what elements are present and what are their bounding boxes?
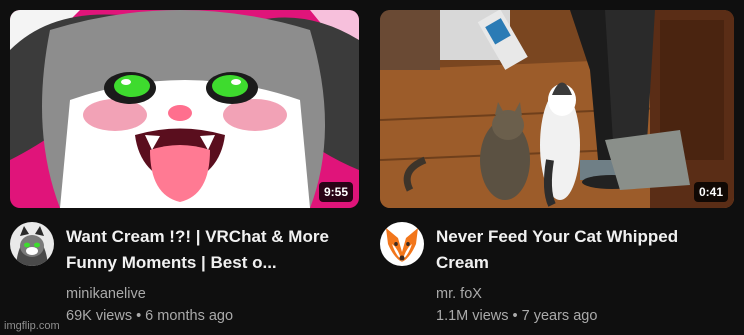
fox-avatar-icon: [380, 222, 424, 266]
anime-cat-face-thumbnail: [10, 10, 359, 208]
view-count: 1.1M views: [436, 308, 509, 324]
separator: •: [512, 308, 518, 324]
duration-badge: 9:55: [318, 182, 353, 202]
video-title[interactable]: Never Feed Your Cat Whipped Cream: [436, 224, 728, 276]
video-stats: 1.1M views • 7 years ago: [436, 304, 728, 328]
view-count: 69K views: [66, 308, 133, 324]
video-thumbnail-1[interactable]: 9:55: [10, 10, 359, 208]
channel-avatar[interactable]: [380, 222, 424, 266]
channel-name[interactable]: minikanelive: [66, 284, 353, 304]
upload-age: 7 years ago: [521, 308, 598, 324]
cat-avatar-icon: [10, 222, 54, 266]
duration-badge: 0:41: [693, 182, 728, 202]
video-meta: Want Cream !?! | VRChat & More Funny Mom…: [66, 224, 353, 328]
separator: •: [136, 308, 142, 324]
video-title[interactable]: Want Cream !?! | VRChat & More Funny Mom…: [66, 224, 353, 276]
channel-avatar[interactable]: [10, 222, 54, 266]
channel-name[interactable]: mr. foX: [436, 284, 728, 304]
watermark: imgflip.com: [4, 320, 60, 332]
upload-age: 6 months ago: [145, 308, 234, 324]
video-thumbnail-2[interactable]: 0:41: [380, 10, 734, 208]
video-meta: Never Feed Your Cat Whipped Cream mr. fo…: [436, 224, 728, 328]
cats-whipped-cream-thumbnail: [380, 10, 734, 208]
video-stats: 69K views • 6 months ago: [66, 304, 353, 328]
